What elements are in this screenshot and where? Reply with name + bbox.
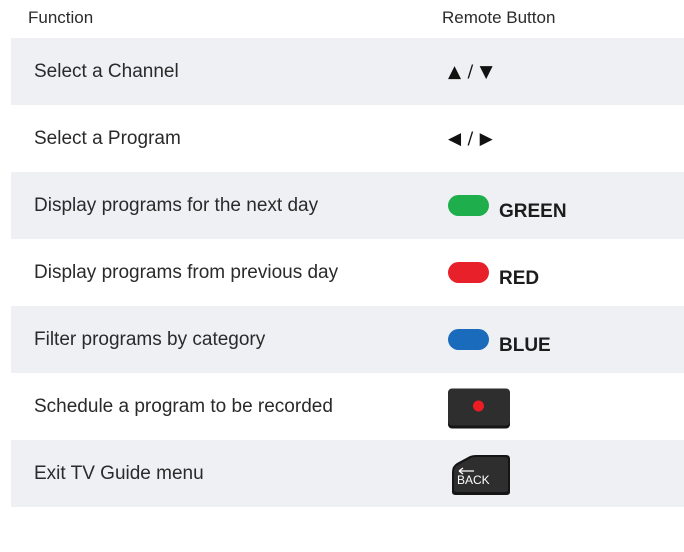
- remote-button-cell: ◀ / ▶: [448, 129, 493, 149]
- function-text: Display programs for the next day: [34, 194, 319, 216]
- up-down-arrows-icon: ▲ / ▼: [448, 61, 494, 82]
- green-button-label: GREEN: [499, 200, 567, 222]
- blue-button-icon: [448, 329, 489, 350]
- table-row: Display programs for the next day GREEN: [11, 172, 684, 239]
- function-column-header: Function: [28, 8, 94, 27]
- red-button-icon: [448, 262, 489, 283]
- remote-button-cell: GREEN: [448, 195, 567, 222]
- remote-button-column-header: Remote Button: [442, 8, 556, 27]
- green-button-icon: [448, 195, 489, 216]
- remote-button-cell: ▲ / ▼: [448, 62, 493, 82]
- function-text: Schedule a program to be recorded: [34, 395, 333, 417]
- table-row: Filter programs by category BLUE: [11, 306, 684, 373]
- table-header: Function Remote Button: [11, 0, 684, 38]
- table-row: Exit TV Guide menu BACK: [11, 440, 684, 507]
- function-text: Select a Channel: [34, 60, 179, 82]
- table-row: Display programs from previous day RED: [11, 239, 684, 306]
- function-text: Filter programs by category: [34, 328, 266, 350]
- red-button-label: RED: [499, 267, 540, 289]
- table-row: Select a Channel ▲ / ▼: [11, 38, 684, 105]
- table-row: Schedule a program to be recorded: [11, 373, 684, 440]
- back-button-icon: BACK: [448, 454, 512, 495]
- back-button-label: BACK: [457, 472, 490, 487]
- table-row: Select a Program ◀ / ▶: [11, 105, 684, 172]
- function-text: Select a Program: [34, 127, 181, 149]
- remote-button-cell: RED: [448, 262, 539, 289]
- remote-button-cell: BACK: [448, 454, 512, 495]
- record-dot-icon: [473, 400, 484, 411]
- remote-function-table: Function Remote Button Select a Channel …: [11, 0, 684, 507]
- remote-button-cell: [448, 388, 510, 425]
- left-right-arrows-icon: ◀ / ▶: [448, 128, 494, 149]
- record-button-icon: [448, 388, 510, 425]
- remote-button-cell: BLUE: [448, 329, 551, 356]
- function-text: Display programs from previous day: [34, 261, 339, 283]
- blue-button-label: BLUE: [499, 334, 551, 356]
- function-text: Exit TV Guide menu: [34, 462, 204, 484]
